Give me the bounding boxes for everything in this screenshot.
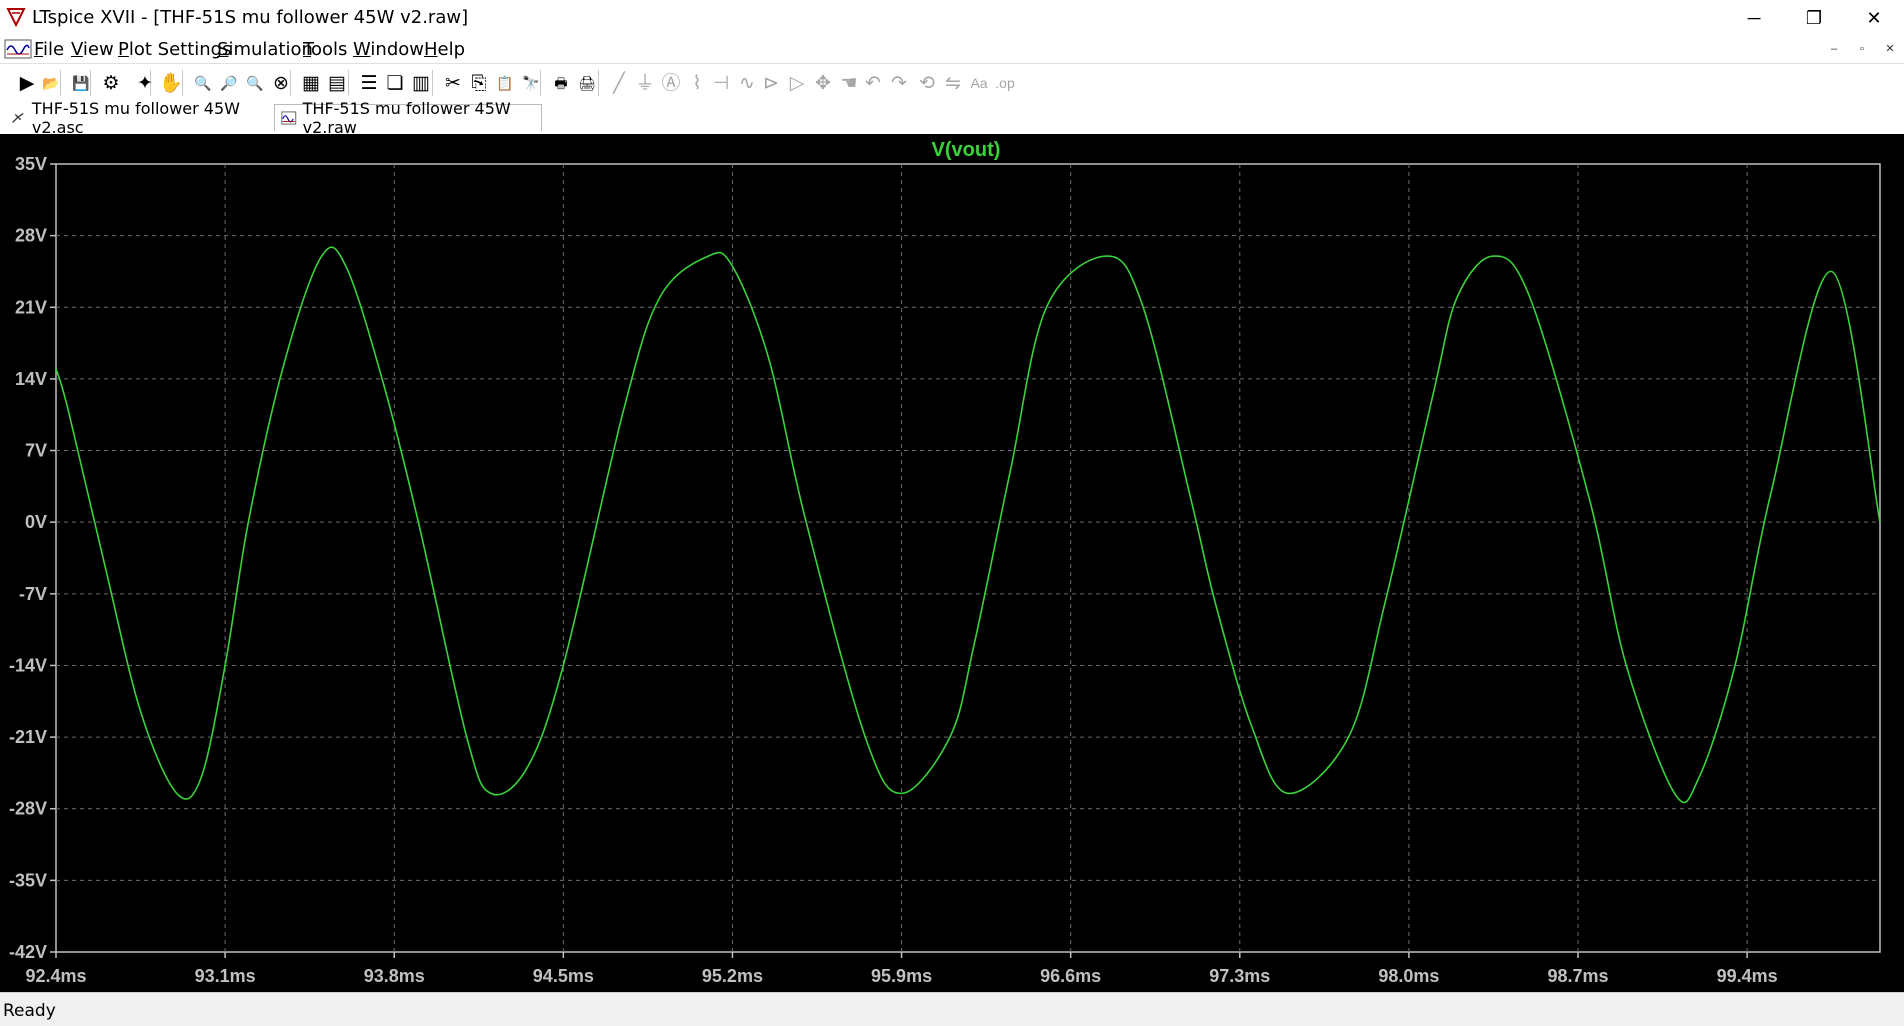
y-tick-label: 35V — [15, 154, 47, 174]
toolbar: ▶ 📂 💾 ⚙ ✦ ✋ 🔍 🔎 🔍 ⊗ ▦ ▤ ☰ ❏ ▥ ✂ ⎘ 📋 🔭 🖶 🖨 ╱ ⏚ Ⓐ ⌇ ⊣ ∿ ⊳ ▷ ✥ ☚ ↶ ↷ ⟲ ⇋ Aa .op — [0, 63, 1904, 103]
save-icon[interactable]: 💾 — [68, 70, 94, 96]
capacitor-icon[interactable]: ⊣ — [708, 70, 734, 96]
tile-vertical-icon[interactable]: ▥ — [408, 70, 434, 96]
y-tick-label: -42V — [9, 942, 47, 962]
close-button[interactable]: ✕ — [1844, 0, 1904, 36]
y-tick-label: 0V — [25, 512, 47, 532]
x-tick-label: 93.8ms — [364, 966, 425, 986]
x-tick-label: 96.6ms — [1040, 966, 1101, 986]
inductor-icon[interactable]: ∿ — [734, 70, 760, 96]
waveform-chart[interactable]: 35V 28V 21V 14V 7V 0V -7V -14V -21V -28V -35V -42V 9… — [0, 134, 1904, 992]
cascade-icon[interactable]: ❏ — [382, 70, 408, 96]
close-icon: ✕ — [1866, 7, 1882, 28]
zoom-back-icon[interactable]: 🔍 — [242, 70, 268, 96]
minimize-icon: ─ — [1747, 7, 1761, 28]
rotate-icon[interactable]: ⟲ — [914, 70, 940, 96]
x-tick-label: 95.9ms — [871, 966, 932, 986]
cut-icon[interactable]: ✂ — [440, 70, 466, 96]
y-tick-label: -35V — [9, 870, 47, 890]
x-tick-label: 97.3ms — [1209, 966, 1270, 986]
y-tick-label: -14V — [9, 655, 47, 675]
pan-icon[interactable]: ✋ — [158, 70, 184, 96]
child-restore-button[interactable]: ▫ — [1848, 36, 1876, 62]
wire-icon[interactable]: ╱ — [606, 70, 632, 96]
y-tick-label: -28V — [9, 799, 47, 819]
autorange-y-icon[interactable]: ▤ — [324, 70, 350, 96]
copy-icon[interactable]: ⎘ — [466, 70, 492, 96]
menu-bar: File View Plot Settings Simulation Tools… — [0, 36, 1904, 63]
chart-title[interactable]: V(vout) — [932, 139, 1001, 161]
zoom-out-icon[interactable]: 🔎 — [216, 70, 242, 96]
child-minimize-button[interactable]: – — [1820, 36, 1848, 62]
drag-icon[interactable]: ☚ — [836, 70, 862, 96]
resistor-icon[interactable]: ⌇ — [684, 70, 710, 96]
window-title: LTspice XVII - [THF-51S mu follower 45W … — [32, 7, 469, 28]
tab-schematic[interactable]: THF-51S mu follower 45W v2.asc — [4, 99, 272, 137]
waveform-plot[interactable]: 35V 28V 21V 14V 7V 0V -7V -14V -21V -28V -35V -42V 9… — [0, 134, 1904, 992]
component-icon[interactable]: ▷ — [784, 70, 810, 96]
redo-icon[interactable]: ↷ — [886, 70, 912, 96]
y-tick-label: 14V — [15, 369, 47, 389]
find-icon[interactable]: 🔭 — [518, 70, 544, 96]
y-tick-label: 21V — [15, 297, 47, 317]
tab-waveform[interactable]: THF-51S mu follower 45W v2.raw — [274, 99, 542, 137]
zoom-in-icon[interactable]: 🔍 — [190, 70, 216, 96]
x-tick-label: 98.0ms — [1378, 966, 1439, 986]
minimize-button[interactable]: ─ — [1724, 0, 1784, 36]
waveform-icon — [281, 111, 297, 125]
y-tick-label: 28V — [15, 226, 47, 246]
menu-tools[interactable]: Tools — [303, 39, 347, 60]
x-tick-label: 92.4ms — [25, 966, 86, 986]
spice-directive-icon[interactable]: .op — [992, 70, 1018, 96]
ltspice-logo-icon — [6, 8, 26, 27]
text-icon[interactable]: Aa — [966, 70, 992, 96]
diode-icon[interactable]: ⊳ — [758, 70, 784, 96]
x-tick-label: 94.5ms — [533, 966, 594, 986]
autorange-icon[interactable]: ▦ — [298, 70, 324, 96]
move-icon[interactable]: ✥ — [810, 70, 836, 96]
control-panel-icon[interactable]: ⚙ — [98, 70, 124, 96]
x-tick-label: 99.4ms — [1717, 966, 1778, 986]
y-tick-label: -7V — [19, 584, 47, 604]
label-net-icon[interactable]: Ⓐ — [658, 70, 684, 96]
print-icon[interactable]: 🖶 — [548, 70, 574, 96]
zoom-fit-icon[interactable]: ⊗ — [268, 70, 294, 96]
tab-label: THF-51S mu follower 45W v2.asc — [31, 98, 240, 137]
print-setup-icon[interactable]: 🖨 — [574, 70, 600, 96]
y-tick-label: -21V — [9, 727, 47, 747]
status-bar: Ready — [0, 992, 1904, 1026]
ground-icon[interactable]: ⏚ — [632, 70, 658, 96]
menu-help[interactable]: Help — [424, 39, 465, 60]
menu-window[interactable]: Window — [353, 39, 424, 60]
y-tick-label: 7V — [25, 441, 47, 461]
waveform-window-icon[interactable] — [4, 38, 32, 60]
mirror-icon[interactable]: ⇋ — [940, 70, 966, 96]
x-tick-label: 98.7ms — [1547, 966, 1608, 986]
child-close-button[interactable]: ✕ — [1876, 36, 1904, 62]
child-window-controls: – ▫ ✕ — [1820, 36, 1904, 62]
tab-label: THF-51S mu follower 45W v2.raw — [302, 99, 511, 137]
schematic-icon — [12, 112, 24, 123]
restore-button[interactable]: ❐ — [1784, 0, 1844, 36]
x-tick-label: 93.1ms — [195, 966, 256, 986]
paste-icon[interactable]: 📋 — [492, 70, 518, 96]
undo-icon[interactable]: ↶ — [860, 70, 886, 96]
menu-file[interactable]: File — [34, 39, 64, 60]
status-text: Ready — [3, 1001, 56, 1021]
title-bar: LTspice XVII - [THF-51S mu follower 45W … — [0, 0, 1904, 36]
plot-frame — [55, 163, 1881, 953]
run-icon[interactable]: ▶ — [14, 70, 40, 96]
tab-bar: THF-51S mu follower 45W v2.asc THF-51S m… — [0, 99, 1904, 137]
trace-vout[interactable] — [55, 246, 1881, 804]
tile-horizontal-icon[interactable]: ☰ — [356, 70, 382, 96]
x-tick-label: 95.2ms — [702, 966, 763, 986]
menu-view[interactable]: View — [71, 39, 114, 60]
menu-simulation[interactable]: Simulation — [217, 39, 313, 60]
menu-plot-settings[interactable]: Plot Settings — [118, 39, 231, 60]
restore-icon: ❐ — [1805, 7, 1823, 28]
halt-icon[interactable]: ✦ — [132, 70, 158, 96]
open-icon[interactable]: 📂 — [38, 70, 64, 96]
